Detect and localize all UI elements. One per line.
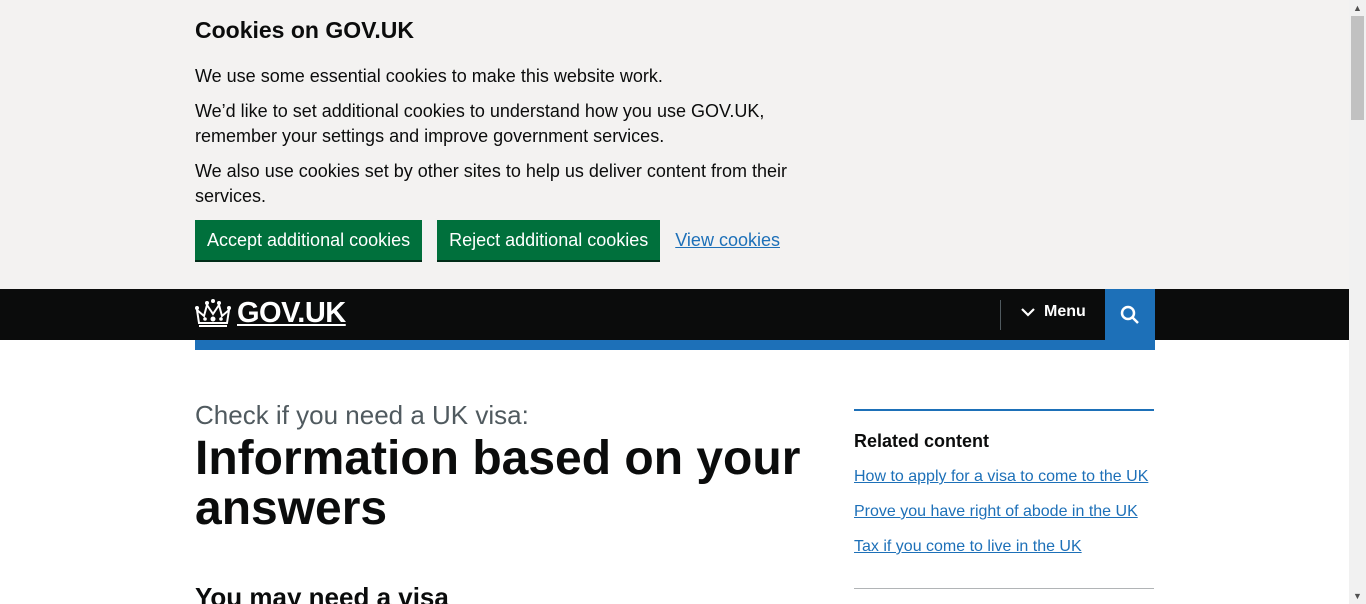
page-scrollbar[interactable]: ▲ ▼ bbox=[1349, 0, 1366, 604]
crown-icon bbox=[195, 298, 231, 327]
logo-text: GOV.UK bbox=[237, 297, 346, 329]
header-divider bbox=[1000, 300, 1001, 330]
cookie-banner: Cookies on GOV.UK We use some essential … bbox=[0, 0, 1349, 289]
related-link[interactable]: Prove you have right of abode in the UK bbox=[854, 503, 1138, 520]
search-icon bbox=[1120, 305, 1139, 324]
cookie-paragraph: We use some essential cookies to make th… bbox=[195, 66, 663, 86]
cookie-actions: Accept additional cookies Reject additio… bbox=[195, 220, 780, 260]
related-content: Related content How to apply for a visa … bbox=[854, 409, 1154, 571]
search-button[interactable] bbox=[1105, 289, 1155, 340]
related-link[interactable]: How to apply for a visa to come to the U… bbox=[854, 468, 1148, 485]
chevron-down-icon bbox=[1021, 308, 1035, 317]
govuk-logo-link[interactable]: GOV.UK bbox=[195, 297, 346, 330]
menu-button[interactable]: Menu bbox=[1020, 303, 1086, 321]
cookie-paragraph: We’d like to set additional cookies to u… bbox=[195, 101, 765, 146]
related-links-list: How to apply for a visa to come to the U… bbox=[854, 466, 1154, 558]
list-item: Tax if you come to live in the UK bbox=[854, 536, 1154, 558]
cookie-paragraph: We also use cookies set by other sites t… bbox=[195, 161, 787, 206]
cookie-banner-content: Cookies on GOV.UK We use some essential … bbox=[195, 16, 815, 219]
page-title: Information based on your answers bbox=[195, 432, 801, 535]
page-caption: Check if you need a UK visa: bbox=[195, 400, 529, 430]
menu-label: Menu bbox=[1044, 303, 1086, 320]
related-bottom-divider bbox=[854, 588, 1154, 589]
section-heading: You may need a visa bbox=[195, 582, 449, 604]
view-cookies-link[interactable]: View cookies bbox=[675, 230, 780, 251]
cookie-banner-title: Cookies on GOV.UK bbox=[195, 17, 414, 43]
scrollbar-thumb[interactable] bbox=[1351, 16, 1364, 120]
scroll-down-arrow-icon[interactable]: ▼ bbox=[1349, 588, 1366, 604]
scroll-up-arrow-icon[interactable]: ▲ bbox=[1349, 0, 1366, 16]
reject-cookies-button[interactable]: Reject additional cookies bbox=[437, 220, 661, 260]
list-item: Prove you have right of abode in the UK bbox=[854, 501, 1154, 523]
list-item: How to apply for a visa to come to the U… bbox=[854, 466, 1154, 488]
accept-cookies-button[interactable]: Accept additional cookies bbox=[195, 220, 423, 260]
related-content-title: Related content bbox=[854, 431, 990, 451]
related-link[interactable]: Tax if you come to live in the UK bbox=[854, 538, 1082, 555]
site-header: GOV.UK Menu bbox=[0, 289, 1349, 340]
header-blue-bar bbox=[195, 340, 1155, 350]
